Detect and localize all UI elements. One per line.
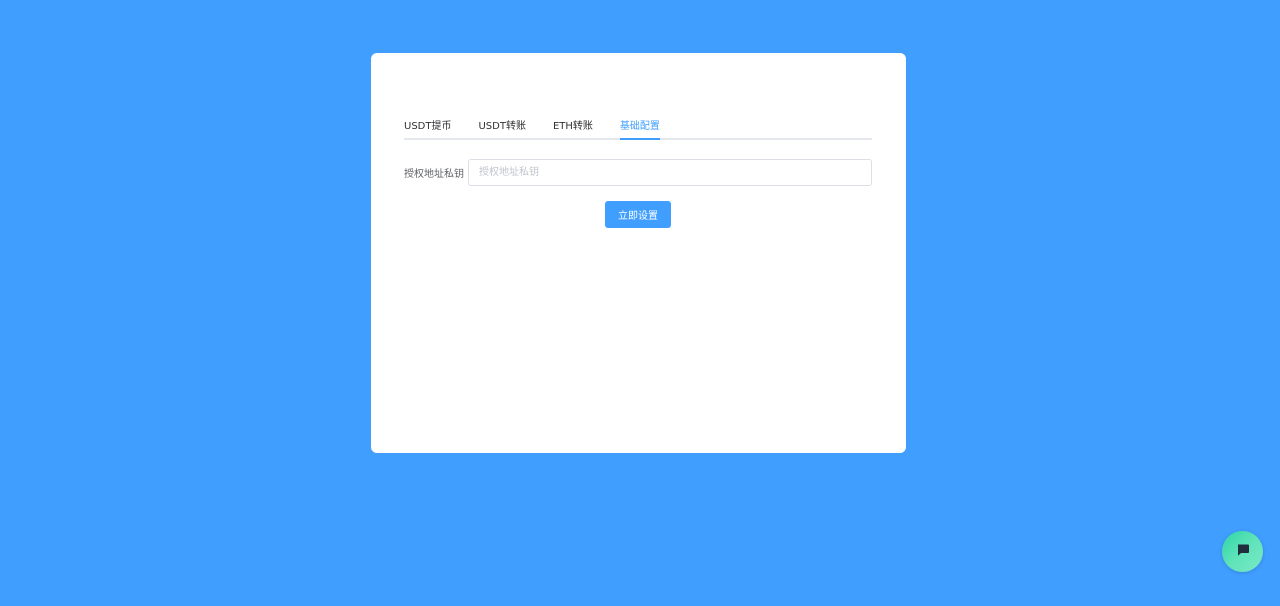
private-key-form-row: 授权地址私钥 <box>404 159 872 186</box>
private-key-input[interactable] <box>468 159 872 186</box>
tab-usdt-withdraw[interactable]: USDT提币 <box>404 111 451 132</box>
settings-card: USDT提币 USDT转账 ETH转账 基础配置 授权地址私钥 立即设置 <box>371 53 906 453</box>
private-key-label: 授权地址私钥 <box>404 169 464 180</box>
tab-basic-config[interactable]: 基础配置 <box>619 111 660 140</box>
tab-bar: USDT提币 USDT转账 ETH转账 基础配置 <box>404 111 872 140</box>
chat-bubble-icon <box>1236 542 1250 561</box>
tab-eth-transfer[interactable]: ETH转账 <box>553 111 593 132</box>
tab-usdt-transfer[interactable]: USDT转账 <box>478 111 525 132</box>
set-now-button[interactable]: 立即设置 <box>605 201 671 228</box>
chat-button[interactable] <box>1222 531 1263 572</box>
